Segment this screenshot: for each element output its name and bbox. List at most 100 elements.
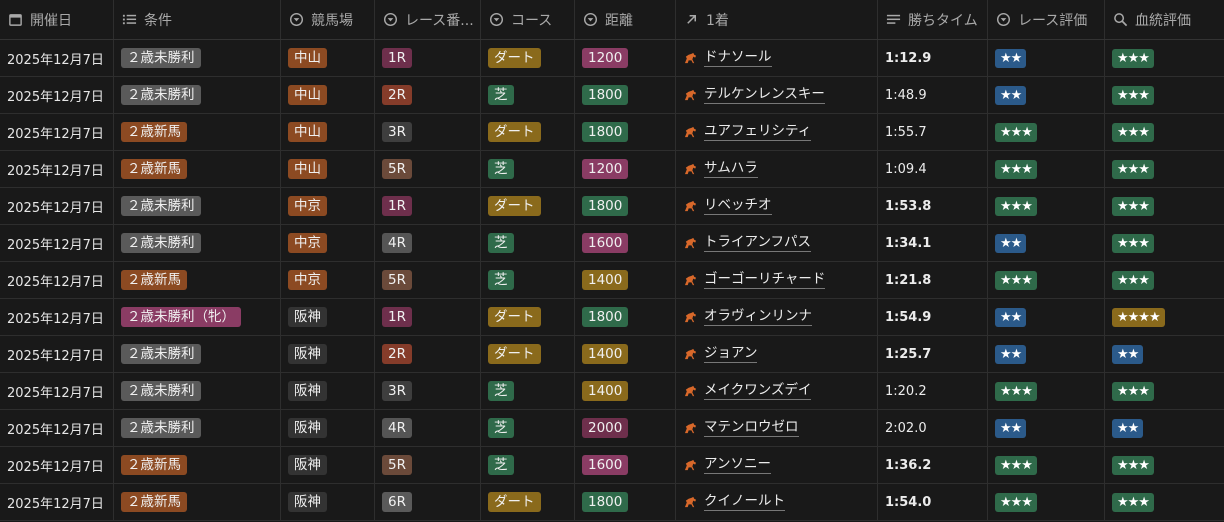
bloodline-evaluation-cell[interactable]: ★★★ [1105,151,1224,187]
race-number-cell[interactable]: 2R [375,77,481,113]
venue-cell[interactable]: 中京 [281,188,375,224]
venue-cell[interactable]: 中京 [281,262,375,298]
race-evaluation-cell[interactable]: ★★ [988,77,1105,113]
winner-cell[interactable]: サムハラ [676,151,878,187]
table-row[interactable]: 2025年12月7日 ２歳未勝利 阪神 4R 芝 2000 マテンロウゼロ 2:02.0 ★★ ★… [0,410,1224,447]
winning-time-cell[interactable]: 1:09.4 [878,151,988,187]
venue-cell[interactable]: 阪神 [281,447,375,483]
table-row[interactable]: 2025年12月7日 ２歳新馬 中京 5R 芝 1400 ゴーゴーリチャード 1:21.8 ★★… [0,262,1224,299]
race-number-cell[interactable]: 5R [375,262,481,298]
table-row[interactable]: 2025年12月7日 ２歳未勝利 阪神 2R ダート 1400 ジョアン 1:25.7 ★★ ★★ [0,336,1224,373]
winner-link[interactable]: ユアフェリシティ [683,123,812,141]
bloodline-evaluation-cell[interactable]: ★★★ [1105,262,1224,298]
winning-time-cell[interactable]: 1:54.9 [878,299,988,335]
race-number-cell[interactable]: 5R [375,151,481,187]
date-cell[interactable]: 2025年12月7日 [0,262,114,298]
column-header-race-number[interactable]: レース番... [375,0,481,39]
table-row[interactable]: 2025年12月7日 ２歳新馬 中山 5R 芝 1200 サムハラ 1:09.4 ★★★ ★★★ [0,151,1224,188]
race-evaluation-cell[interactable]: ★★★ [988,188,1105,224]
distance-cell[interactable]: 2000 [575,410,676,446]
distance-cell[interactable]: 1200 [575,151,676,187]
condition-cell[interactable]: ２歳未勝利 [114,188,281,224]
distance-cell[interactable]: 1600 [575,225,676,261]
course-cell[interactable]: 芝 [481,447,575,483]
race-evaluation-cell[interactable]: ★★★ [988,447,1105,483]
race-number-cell[interactable]: 2R [375,336,481,372]
bloodline-evaluation-cell[interactable]: ★★ [1105,410,1224,446]
venue-cell[interactable]: 阪神 [281,336,375,372]
table-row[interactable]: 2025年12月7日 ２歳未勝利 阪神 3R 芝 1400 メイクワンズデイ 1:20.2 ★★… [0,373,1224,410]
race-number-cell[interactable]: 1R [375,40,481,76]
date-cell[interactable]: 2025年12月7日 [0,114,114,150]
date-cell[interactable]: 2025年12月7日 [0,484,114,520]
winner-link[interactable]: トライアンフパス [683,234,812,252]
winning-time-cell[interactable]: 1:53.8 [878,188,988,224]
winner-link[interactable]: オラヴィンリンナ [683,308,812,326]
condition-cell[interactable]: ２歳新馬 [114,484,281,520]
course-cell[interactable]: ダート [481,336,575,372]
condition-cell[interactable]: ２歳未勝利 [114,336,281,372]
winner-link[interactable]: アンソニー [683,456,771,474]
bloodline-evaluation-cell[interactable]: ★★★ [1105,77,1224,113]
column-header-bloodline-evaluation[interactable]: 血統評価 [1105,0,1224,39]
condition-cell[interactable]: ２歳新馬 [114,262,281,298]
winning-time-cell[interactable]: 1:34.1 [878,225,988,261]
winner-link[interactable]: ジョアン [683,345,758,363]
condition-cell[interactable]: ２歳新馬 [114,151,281,187]
course-cell[interactable]: ダート [481,299,575,335]
winning-time-cell[interactable]: 1:21.8 [878,262,988,298]
race-evaluation-cell[interactable]: ★★★ [988,373,1105,409]
distance-cell[interactable]: 1800 [575,299,676,335]
distance-cell[interactable]: 1400 [575,373,676,409]
course-cell[interactable]: 芝 [481,225,575,261]
bloodline-evaluation-cell[interactable]: ★★ [1105,336,1224,372]
column-header-course[interactable]: コース [481,0,575,39]
condition-cell[interactable]: ２歳未勝利 [114,410,281,446]
winner-link[interactable]: クイノールト [683,493,785,511]
condition-cell[interactable]: ２歳未勝利 [114,373,281,409]
race-number-cell[interactable]: 3R [375,373,481,409]
bloodline-evaluation-cell[interactable]: ★★★ [1105,447,1224,483]
column-header-date[interactable]: 開催日 [0,0,114,39]
venue-cell[interactable]: 阪神 [281,410,375,446]
course-cell[interactable]: ダート [481,484,575,520]
winning-time-cell[interactable]: 1:25.7 [878,336,988,372]
bloodline-evaluation-cell[interactable]: ★★★ [1105,225,1224,261]
course-cell[interactable]: ダート [481,40,575,76]
race-number-cell[interactable]: 1R [375,299,481,335]
table-row[interactable]: 2025年12月7日 ２歳未勝利 中京 1R ダート 1800 リベッチオ 1:53.8 ★★★… [0,188,1224,225]
course-cell[interactable]: 芝 [481,410,575,446]
date-cell[interactable]: 2025年12月7日 [0,447,114,483]
distance-cell[interactable]: 1600 [575,447,676,483]
winning-time-cell[interactable]: 1:54.0 [878,484,988,520]
table-row[interactable]: 2025年12月7日 ２歳未勝利 中山 1R ダート 1200 ドナソール 1:12.9 ★★ ★… [0,40,1224,77]
column-header-venue[interactable]: 競馬場 [281,0,375,39]
venue-cell[interactable]: 阪神 [281,373,375,409]
winner-link[interactable]: ゴーゴーリチャード [683,271,826,289]
winning-time-cell[interactable]: 1:20.2 [878,373,988,409]
table-row[interactable]: 2025年12月7日 ２歳未勝利（牝） 阪神 1R ダート 1800 オラヴィンリンナ 1:5… [0,299,1224,336]
winning-time-cell[interactable]: 2:02.0 [878,410,988,446]
table-row[interactable]: 2025年12月7日 ２歳未勝利 中山 2R 芝 1800 テルケンレンスキー 1:48.9 ★… [0,77,1224,114]
distance-cell[interactable]: 1800 [575,188,676,224]
winner-cell[interactable]: テルケンレンスキー [676,77,878,113]
date-cell[interactable]: 2025年12月7日 [0,225,114,261]
course-cell[interactable]: 芝 [481,373,575,409]
table-row[interactable]: 2025年12月7日 ２歳未勝利 中京 4R 芝 1600 トライアンフパス 1:34.1 ★★… [0,225,1224,262]
course-cell[interactable]: 芝 [481,151,575,187]
date-cell[interactable]: 2025年12月7日 [0,188,114,224]
date-cell[interactable]: 2025年12月7日 [0,410,114,446]
winner-cell[interactable]: オラヴィンリンナ [676,299,878,335]
venue-cell[interactable]: 阪神 [281,299,375,335]
distance-cell[interactable]: 1800 [575,77,676,113]
bloodline-evaluation-cell[interactable]: ★★★★ [1105,299,1224,335]
race-evaluation-cell[interactable]: ★★★ [988,151,1105,187]
venue-cell[interactable]: 中山 [281,114,375,150]
winner-link[interactable]: リベッチオ [683,197,772,215]
condition-cell[interactable]: ２歳未勝利（牝） [114,299,281,335]
race-number-cell[interactable]: 3R [375,114,481,150]
condition-cell[interactable]: ２歳未勝利 [114,225,281,261]
race-evaluation-cell[interactable]: ★★ [988,225,1105,261]
venue-cell[interactable]: 阪神 [281,484,375,520]
winner-cell[interactable]: トライアンフパス [676,225,878,261]
